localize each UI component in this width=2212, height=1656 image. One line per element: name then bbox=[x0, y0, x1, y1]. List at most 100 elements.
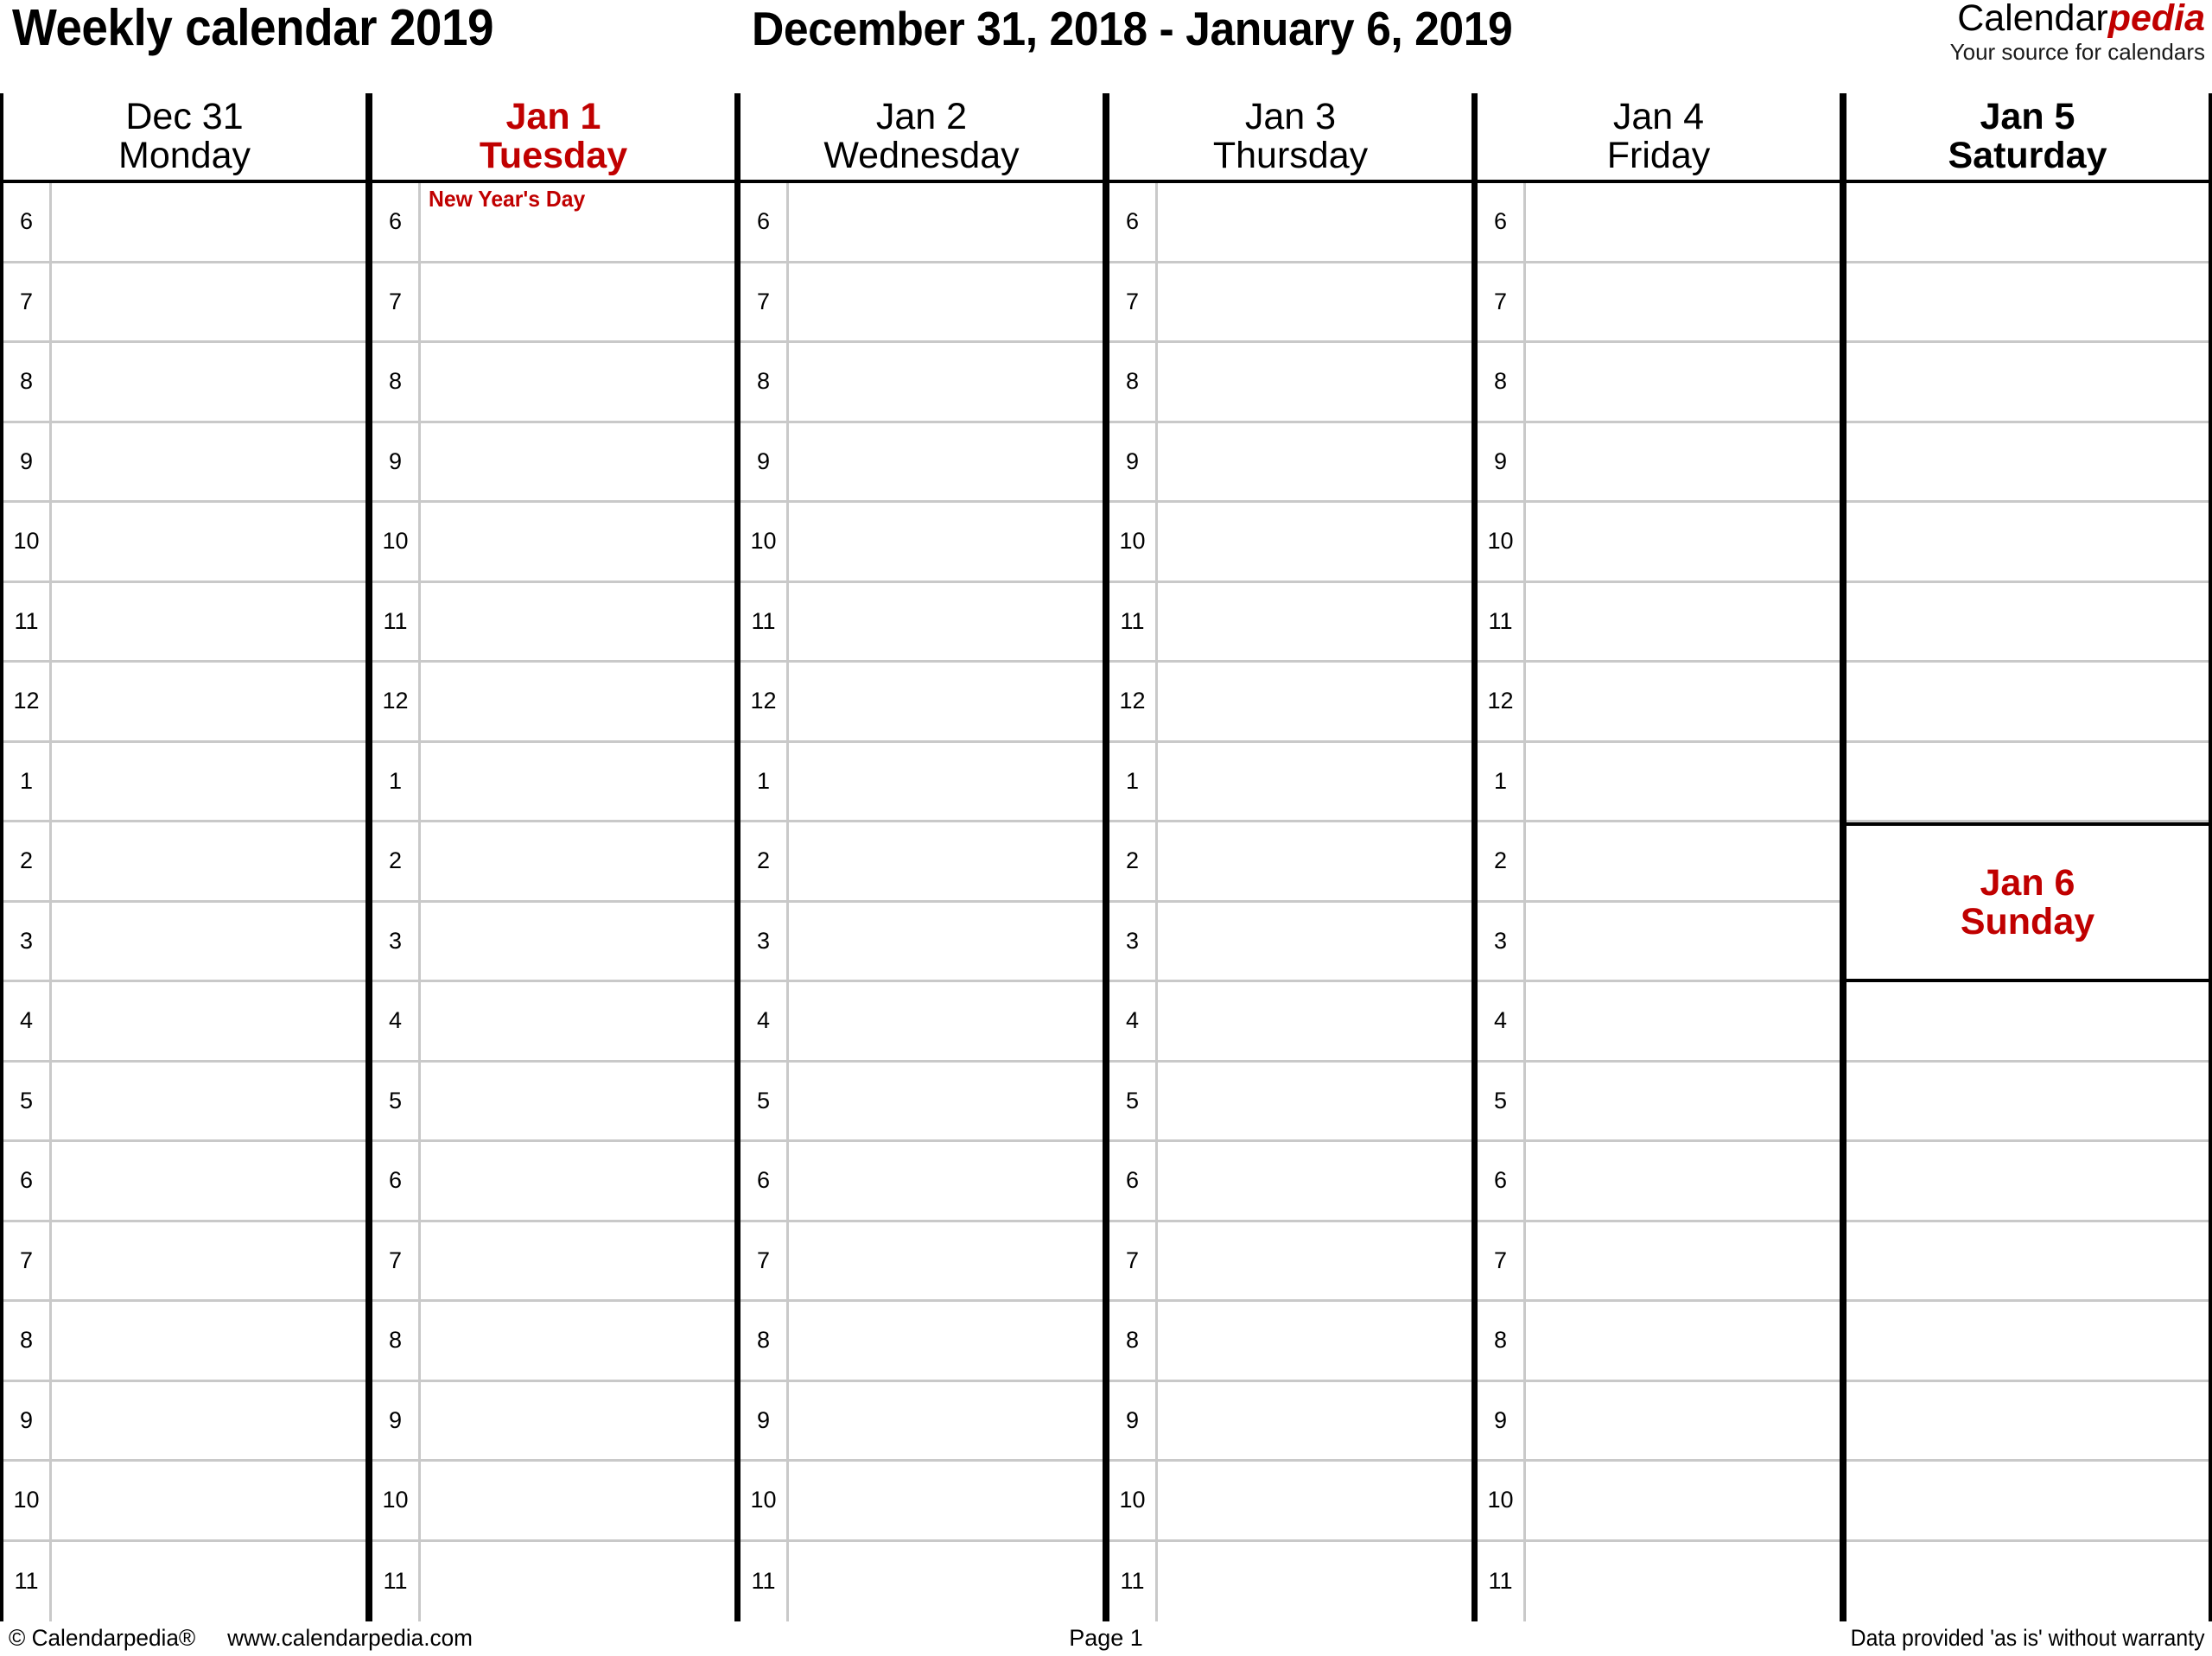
hour-slot[interactable] bbox=[52, 1222, 365, 1302]
hour-slot[interactable] bbox=[1158, 263, 1471, 343]
hour-slot[interactable] bbox=[1158, 822, 1471, 903]
saturday-slot[interactable] bbox=[1847, 343, 2209, 423]
hour-slot[interactable] bbox=[52, 183, 365, 263]
hour-slot[interactable] bbox=[52, 503, 365, 583]
sunday-slot[interactable] bbox=[1847, 1142, 2209, 1222]
hour-slot[interactable] bbox=[52, 982, 365, 1063]
hour-slot[interactable] bbox=[421, 822, 734, 903]
hour-slot[interactable] bbox=[52, 822, 365, 903]
sunday-slot[interactable] bbox=[1847, 1462, 2209, 1542]
hour-slot[interactable] bbox=[789, 1063, 1103, 1142]
hour-slot[interactable] bbox=[421, 1142, 734, 1222]
hour-slot[interactable] bbox=[1158, 982, 1471, 1063]
hour-slot[interactable] bbox=[1158, 183, 1471, 263]
hour-slot[interactable] bbox=[52, 1302, 365, 1382]
hour-slot[interactable] bbox=[1526, 1222, 1840, 1302]
hour-slot[interactable] bbox=[1158, 1142, 1471, 1222]
hour-slot[interactable] bbox=[1526, 423, 1840, 503]
saturday-slot[interactable] bbox=[1847, 743, 2209, 822]
hour-slot[interactable] bbox=[52, 1382, 365, 1462]
hour-slot[interactable] bbox=[421, 1063, 734, 1142]
hour-slot[interactable] bbox=[1158, 1302, 1471, 1382]
saturday-slot[interactable] bbox=[1847, 263, 2209, 343]
hour-slot[interactable] bbox=[52, 903, 365, 982]
sunday-slot[interactable] bbox=[1847, 1382, 2209, 1462]
hour-slot[interactable] bbox=[1158, 1542, 1471, 1622]
hour-slot[interactable] bbox=[789, 1302, 1103, 1382]
hour-slot[interactable] bbox=[421, 263, 734, 343]
hour-slot[interactable] bbox=[1526, 1142, 1840, 1222]
hour-slot[interactable] bbox=[52, 1462, 365, 1542]
hour-slot[interactable] bbox=[789, 1222, 1103, 1302]
hour-slot[interactable] bbox=[421, 743, 734, 822]
hour-slot[interactable] bbox=[789, 343, 1103, 423]
hour-slot[interactable] bbox=[52, 1542, 365, 1622]
hour-slot[interactable] bbox=[1158, 343, 1471, 423]
hour-slot[interactable] bbox=[421, 1462, 734, 1542]
hour-slot[interactable] bbox=[52, 1063, 365, 1142]
hour-slot[interactable] bbox=[1158, 1462, 1471, 1542]
hour-slot[interactable] bbox=[1158, 743, 1471, 822]
hour-slot[interactable] bbox=[421, 903, 734, 982]
hour-slot[interactable] bbox=[52, 663, 365, 743]
hour-slot[interactable] bbox=[789, 743, 1103, 822]
hour-slot[interactable] bbox=[52, 583, 365, 663]
hour-slot[interactable] bbox=[789, 1142, 1103, 1222]
hour-slot[interactable] bbox=[789, 583, 1103, 663]
hour-slot[interactable] bbox=[1158, 1382, 1471, 1462]
hour-slot[interactable] bbox=[52, 1142, 365, 1222]
hour-slot[interactable] bbox=[1158, 1063, 1471, 1142]
hour-slot[interactable] bbox=[1526, 1302, 1840, 1382]
hour-slot[interactable] bbox=[789, 503, 1103, 583]
event-label[interactable]: New Year's Day bbox=[429, 186, 585, 213]
saturday-slot[interactable] bbox=[1847, 583, 2209, 663]
sunday-slot[interactable] bbox=[1847, 1542, 2209, 1622]
hour-slot[interactable] bbox=[789, 423, 1103, 503]
hour-slot[interactable] bbox=[789, 982, 1103, 1063]
hour-slot[interactable] bbox=[1526, 263, 1840, 343]
hour-slot[interactable] bbox=[52, 423, 365, 503]
hour-slot[interactable] bbox=[52, 343, 365, 423]
hour-slot[interactable] bbox=[421, 982, 734, 1063]
hour-slot[interactable] bbox=[789, 1542, 1103, 1622]
hour-slot[interactable] bbox=[1526, 1542, 1840, 1622]
hour-slot[interactable] bbox=[1526, 503, 1840, 583]
hour-slot[interactable] bbox=[421, 1302, 734, 1382]
hour-slot[interactable] bbox=[421, 663, 734, 743]
hour-slot[interactable] bbox=[789, 1462, 1103, 1542]
hour-slot[interactable] bbox=[789, 183, 1103, 263]
hour-slot[interactable] bbox=[1526, 743, 1840, 822]
hour-slot[interactable] bbox=[1158, 503, 1471, 583]
hour-slot[interactable] bbox=[1526, 343, 1840, 423]
hour-slot[interactable] bbox=[52, 263, 365, 343]
hour-slot[interactable] bbox=[1526, 583, 1840, 663]
sunday-slot[interactable] bbox=[1847, 1302, 2209, 1382]
hour-slot[interactable] bbox=[421, 1382, 734, 1462]
sunday-slot[interactable] bbox=[1847, 1063, 2209, 1142]
hour-slot[interactable] bbox=[1526, 1063, 1840, 1142]
saturday-slot[interactable] bbox=[1847, 183, 2209, 263]
saturday-slot[interactable] bbox=[1847, 423, 2209, 503]
hour-slot[interactable] bbox=[1158, 583, 1471, 663]
hour-slot[interactable] bbox=[1526, 1382, 1840, 1462]
saturday-slot[interactable] bbox=[1847, 503, 2209, 583]
hour-slot[interactable] bbox=[789, 822, 1103, 903]
hour-slot[interactable] bbox=[1526, 663, 1840, 743]
hour-slot[interactable] bbox=[1526, 1462, 1840, 1542]
saturday-slot[interactable] bbox=[1847, 663, 2209, 743]
hour-slot[interactable] bbox=[789, 903, 1103, 982]
hour-slot[interactable] bbox=[421, 1222, 734, 1302]
hour-slot[interactable]: New Year's Day bbox=[421, 183, 734, 263]
sunday-slot[interactable] bbox=[1847, 982, 2209, 1063]
hour-slot[interactable] bbox=[52, 743, 365, 822]
hour-slot[interactable] bbox=[421, 1542, 734, 1622]
hour-slot[interactable] bbox=[1526, 903, 1840, 982]
hour-slot[interactable] bbox=[789, 1382, 1103, 1462]
hour-slot[interactable] bbox=[1158, 1222, 1471, 1302]
hour-slot[interactable] bbox=[421, 503, 734, 583]
hour-slot[interactable] bbox=[1526, 822, 1840, 903]
hour-slot[interactable] bbox=[421, 423, 734, 503]
hour-slot[interactable] bbox=[789, 263, 1103, 343]
hour-slot[interactable] bbox=[421, 583, 734, 663]
hour-slot[interactable] bbox=[1158, 903, 1471, 982]
